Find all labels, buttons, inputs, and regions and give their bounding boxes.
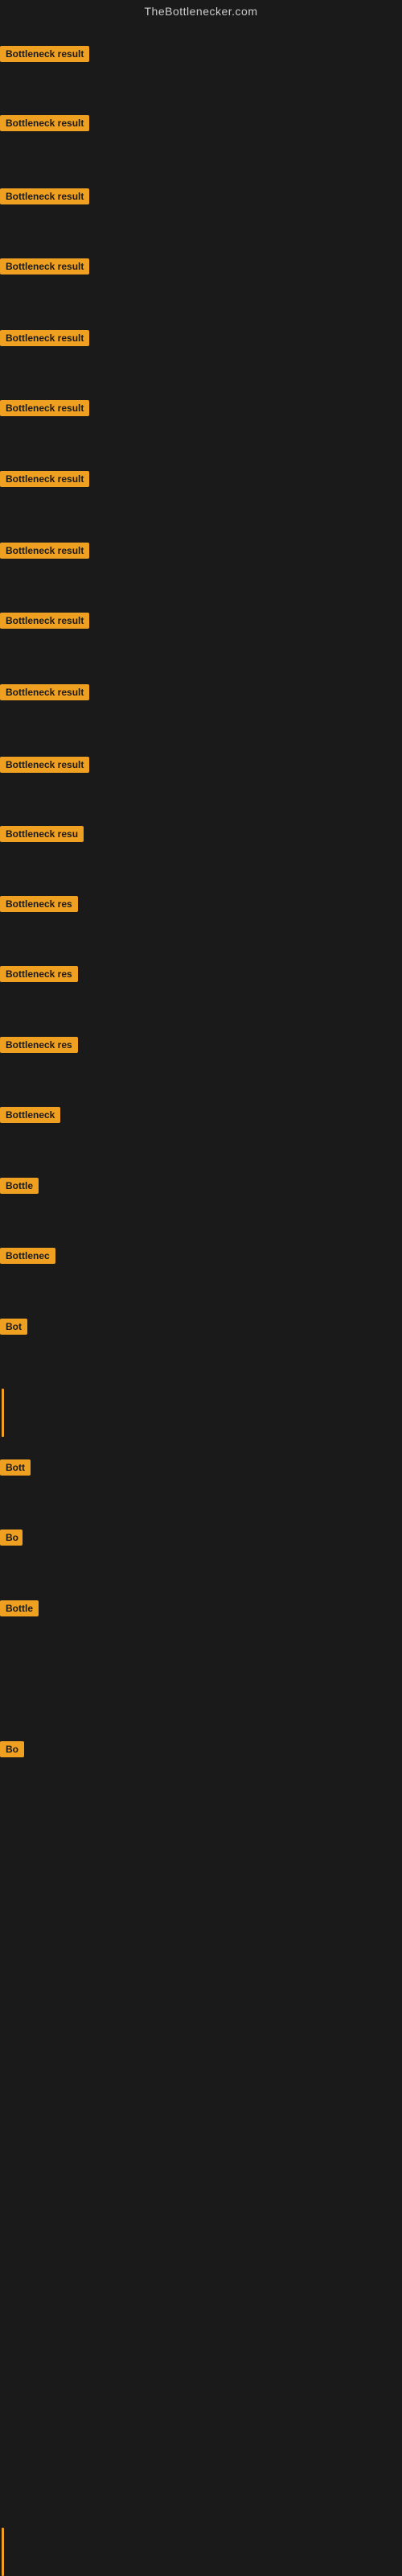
- bottleneck-badge[interactable]: Bottleneck result: [0, 115, 89, 131]
- bottleneck-badge-row: Bottleneck result: [0, 684, 89, 704]
- bottleneck-badge-row: Bottleneck result: [0, 330, 89, 350]
- bottleneck-badge[interactable]: Bottleneck res: [0, 896, 78, 912]
- bottleneck-badge-row: Bottleneck result: [0, 400, 89, 420]
- bottleneck-badge[interactable]: Bottleneck result: [0, 330, 89, 346]
- bottleneck-badge-row: Bottleneck: [0, 1107, 60, 1127]
- bottleneck-badge[interactable]: Bottleneck result: [0, 400, 89, 416]
- bottleneck-badge[interactable]: Bottleneck result: [0, 471, 89, 487]
- bottleneck-badge[interactable]: Bott: [0, 1459, 31, 1476]
- bottleneck-badge-row: Bo: [0, 1741, 24, 1761]
- bottleneck-badge-row: Bo: [0, 1530, 23, 1550]
- bottleneck-badge[interactable]: Bo: [0, 1741, 24, 1757]
- bottleneck-badge[interactable]: Bo: [0, 1530, 23, 1546]
- bottleneck-badge[interactable]: Bottleneck res: [0, 966, 78, 982]
- bottleneck-badge-row: Bottleneck result: [0, 188, 89, 208]
- site-title: TheBottlenecker.com: [0, 0, 402, 23]
- bottleneck-badge-row: Bottleneck result: [0, 543, 89, 563]
- bottleneck-badge-row: Bottle: [0, 1600, 39, 1620]
- bottleneck-badge-row: Bottleneck res: [0, 896, 78, 916]
- bottleneck-badge-row: Bottlenec: [0, 1248, 55, 1268]
- bottleneck-badge-row: Bottleneck result: [0, 471, 89, 491]
- bottleneck-badge[interactable]: Bottlenec: [0, 1248, 55, 1264]
- bottleneck-badge[interactable]: Bottleneck: [0, 1107, 60, 1123]
- bottleneck-badge-row: Bottle: [0, 1178, 39, 1198]
- bottleneck-badge[interactable]: Bot: [0, 1319, 27, 1335]
- bottleneck-badge[interactable]: Bottle: [0, 1600, 39, 1616]
- bottleneck-badge-row: Bottleneck result: [0, 115, 89, 135]
- bottleneck-badge[interactable]: Bottleneck res: [0, 1037, 78, 1053]
- bottleneck-badge[interactable]: Bottleneck result: [0, 684, 89, 700]
- bottleneck-badge[interactable]: Bottleneck result: [0, 757, 89, 773]
- bottleneck-badge-row: Bottleneck result: [0, 613, 89, 633]
- bottleneck-badge-row: Bottleneck resu: [0, 826, 84, 846]
- bottleneck-badge[interactable]: Bottleneck result: [0, 543, 89, 559]
- bottleneck-badge-row: Bot: [0, 1319, 27, 1339]
- bottleneck-badge[interactable]: Bottleneck result: [0, 613, 89, 629]
- bottleneck-badge[interactable]: Bottleneck result: [0, 188, 89, 204]
- bottleneck-badge[interactable]: Bottleneck result: [0, 46, 89, 62]
- bottleneck-badge[interactable]: Bottleneck result: [0, 258, 89, 275]
- bottleneck-badge[interactable]: Bottle: [0, 1178, 39, 1194]
- bottleneck-badge-row: Bottleneck result: [0, 46, 89, 66]
- bottleneck-badge-row: Bott: [0, 1459, 31, 1480]
- vertical-line-indicator: [2, 2528, 4, 2576]
- bottleneck-badge[interactable]: Bottleneck resu: [0, 826, 84, 842]
- bottleneck-badge-row: Bottleneck result: [0, 757, 89, 777]
- bottleneck-badge-row: Bottleneck res: [0, 1037, 78, 1057]
- bottleneck-badge-row: Bottleneck res: [0, 966, 78, 986]
- bottleneck-badge-row: Bottleneck result: [0, 258, 89, 279]
- vertical-line-indicator: [2, 1389, 4, 1437]
